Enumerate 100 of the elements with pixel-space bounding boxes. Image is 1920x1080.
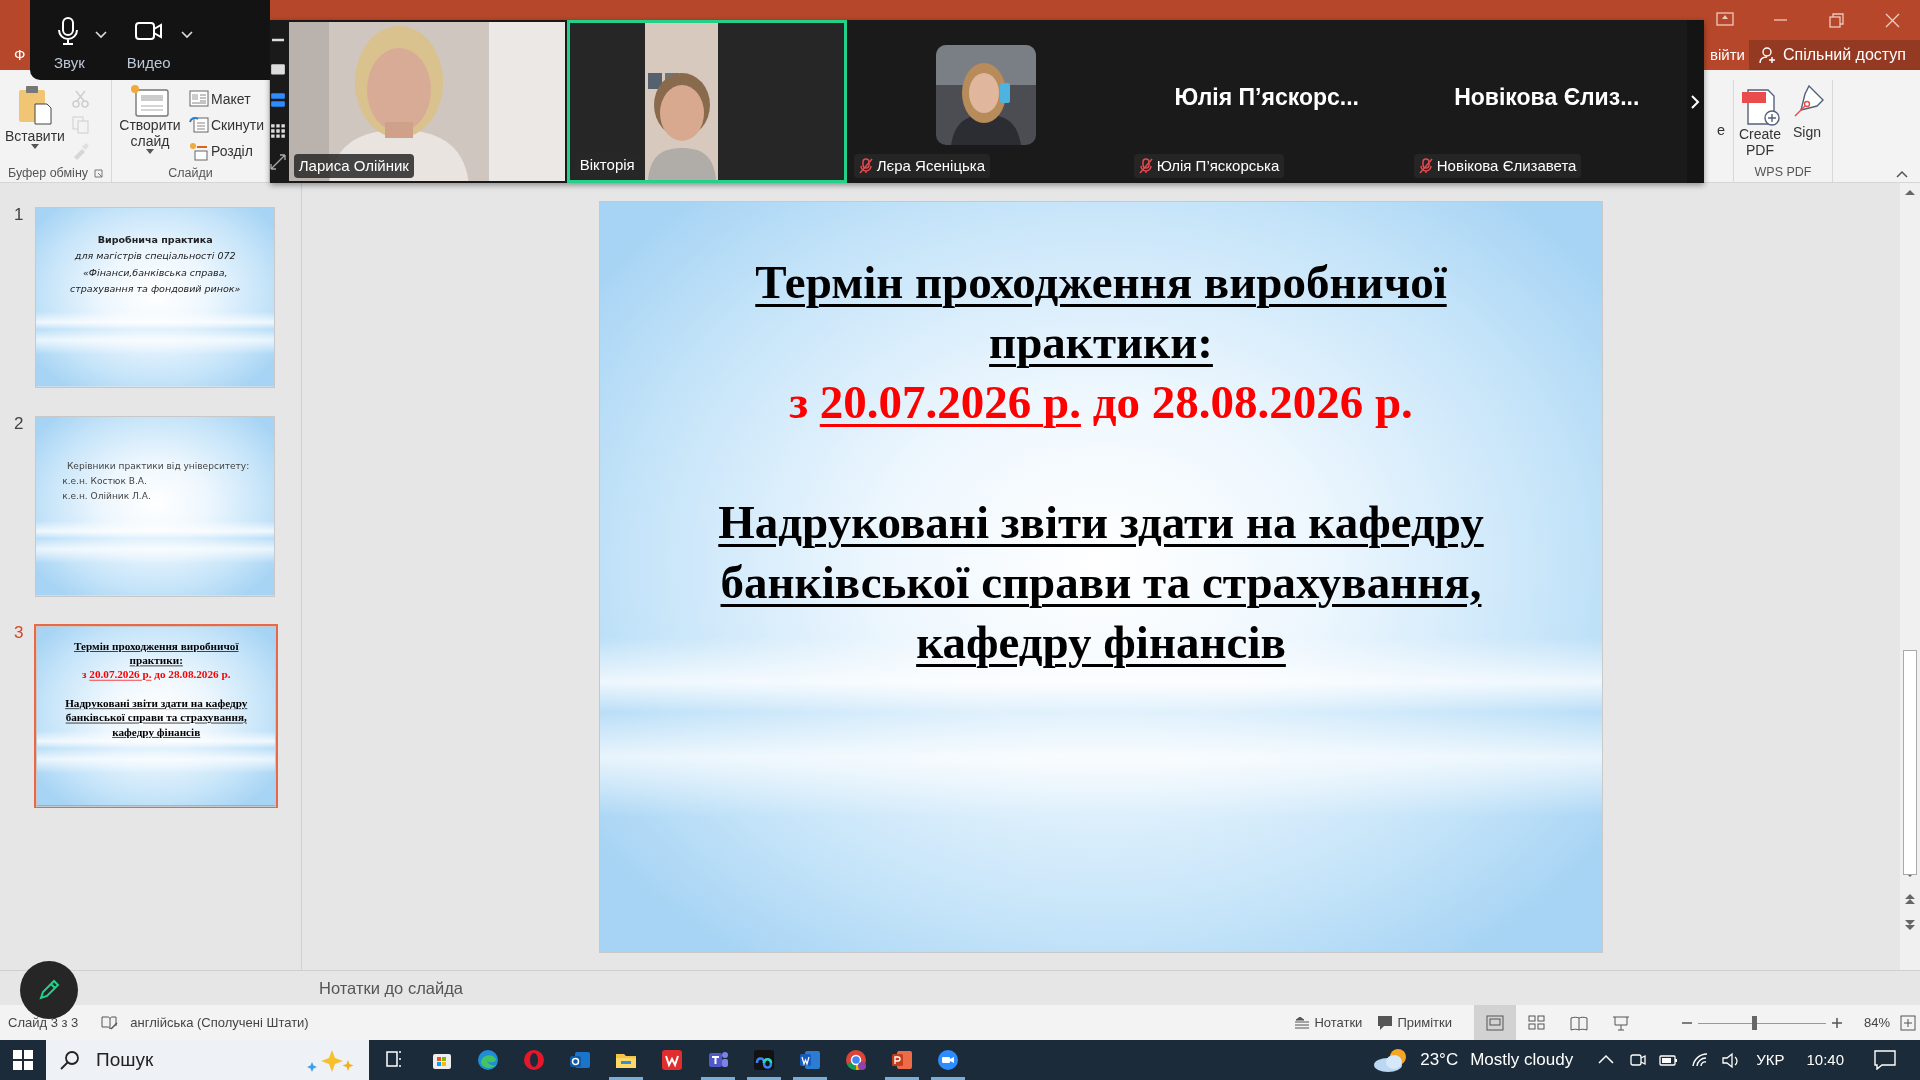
createpdf-button[interactable]: Create PDF [1738,84,1783,162]
comments-button[interactable]: Примітки [1370,1005,1460,1040]
name-label: Лєра Ясеніцька [853,153,991,178]
slide-thumbnail[interactable]: Керівники практики від університету: к.е.н. Костюк В.А. к.е.н. Олійник Л.А. [34,415,276,597]
slide-text: для магістрів спеціальності 072 [74,249,236,264]
section-button[interactable]: Розділ [187,138,265,164]
video-button[interactable]: Видео [122,15,175,75]
participant-name: Новікова Єлиз... [1453,83,1641,112]
newslide-button[interactable]: Створити слайд [116,84,184,164]
search-icon [60,1050,80,1070]
layout-button[interactable]: Макет [187,86,265,112]
slide-text: з 20.07.2026 р. до 28.08.2026 р. [82,667,231,682]
fit-slide-icon[interactable] [1900,1014,1916,1031]
normal-view-icon [1485,1014,1504,1031]
reset-button[interactable]: Скинути [187,112,265,138]
name-label: Лариса Олійник [293,153,414,178]
clock[interactable]: 10:40 [1806,1048,1844,1072]
reset-icon [188,115,209,135]
notification-icon[interactable] [1874,1050,1896,1070]
slide-counter: Слайд 3 з 3 [8,1013,79,1032]
layout-icon [188,89,209,109]
spell-check-icon[interactable] [100,1014,119,1031]
ribbon-label: e [1716,121,1725,138]
scroll-up-icon[interactable] [1905,189,1915,195]
slide-text: Надруковані звіти здати на кафедру банківської справи та страхування, кафедру фінансів [717,494,1485,670]
running-indicator [793,1077,827,1080]
notes-icon [1295,1016,1310,1029]
participant-name: Юлія П’яскорс... [1173,83,1360,112]
group-label: Слайди [168,165,213,182]
restore-icon[interactable] [1826,10,1846,30]
chevron-right-icon [1690,93,1701,110]
square-icon[interactable] [270,61,287,78]
windows-icon[interactable] [13,1050,33,1070]
slide-thumbnail[interactable]: Виробнича практика для магістрів спеціальності 072 «Фінанси,банківська справа, страхування та фондовий ринок» [34,206,276,388]
expand-icon[interactable] [270,153,287,170]
slide-text: Термін проходження виробничої практики: [754,254,1448,370]
comment-icon [1378,1015,1393,1030]
caret-icon [146,149,154,155]
two-bars-icon[interactable] [270,92,287,109]
file-tab[interactable]: Ф [14,43,26,67]
notes-button[interactable]: Нотатки [1287,1005,1371,1040]
slide-text: «Фінанси,банківська справа, [82,266,228,280]
person-add-icon [1759,46,1777,64]
zoom-in-icon[interactable] [1831,1017,1842,1028]
pencil-icon [37,978,61,1002]
app-icon[interactable] [477,1049,499,1071]
running-indicator [609,1077,643,1080]
group-label: WPS PDF [1754,163,1812,181]
paste-button[interactable]: Вставити [4,84,66,164]
sorter-view-icon [1527,1014,1546,1031]
normal-view-button[interactable] [1473,1005,1516,1040]
slide-number: 3 [13,624,25,641]
language-label[interactable]: англійська (Сполучені Штати) [130,1012,309,1033]
keyboard-language[interactable]: УКР [1756,1048,1785,1072]
zoom-level[interactable]: 84% [1863,1012,1890,1033]
scrollbar-thumb[interactable] [1903,650,1917,875]
previous-slide-icon[interactable] [1905,894,1915,904]
grid-icon[interactable] [270,123,287,140]
app-icon[interactable] [937,1049,959,1071]
screen-icon [1611,1014,1630,1031]
temperature[interactable]: 23°C [1420,1047,1459,1073]
search-field[interactable]: Пошук [46,1040,369,1080]
slide-text: страхування та фондовий ринок» [70,282,241,297]
app-icon[interactable] [845,1049,867,1071]
running-indicator [885,1077,919,1080]
launcher-icon[interactable] [94,168,104,178]
running-indicator [747,1077,781,1080]
slide-text: Керівники практики від університету: [66,459,250,473]
app-icon[interactable] [753,1049,775,1071]
share-button[interactable]: Спільний доступ [1749,40,1920,70]
sign-button[interactable]: Sign [1786,84,1829,162]
sign-in-link[interactable]: війти [1710,43,1745,67]
slide-text: Виробнича практика [97,232,213,247]
name-label: Юлія П’яскорська [1133,153,1285,178]
slide-thumbnail[interactable]: Термін проходження виробничої практики: з 20.07.2026 р. до 28.08.2026 р. Надруковані звіти здати на кафедру банківської справи та страхування, кафедру фінансів [34,624,278,808]
video-tile[interactable]: Юлія П’яскорс... Юлія П’яскорська [1126,20,1407,183]
audio-button[interactable]: Звук [50,15,89,75]
slide-icon [130,84,170,117]
video-tile[interactable]: Лєра Ясеніцька [846,20,1127,183]
slide-text: к.е.н. Костюк В.А. [62,474,147,488]
app-icon[interactable] [661,1049,683,1071]
notes-field[interactable]: Нотатки до слайда [317,974,717,1002]
app-icon[interactable] [799,1049,821,1071]
next-slide-icon[interactable] [1905,920,1915,930]
weather-condition[interactable]: Mostly cloudy [1470,1047,1574,1073]
slide-text: з 20.07.2026 р. до 28.08.2026 р. [789,374,1413,430]
collapse-icon[interactable] [1896,170,1908,178]
video-tile[interactable]: Лариса Олійник [286,20,567,183]
zoom-slider-thumb[interactable] [1752,1015,1758,1030]
app-icon[interactable] [891,1049,913,1071]
slide-number: 2 [13,415,25,432]
caret-icon[interactable] [180,30,193,39]
name-label: Новікова Єлизавета [1413,153,1582,178]
slide-text: Термін проходження виробничої практики: [72,638,240,668]
running-indicator [701,1077,735,1080]
speaker-icon[interactable] [1721,1050,1741,1070]
caret-icon[interactable] [94,30,107,39]
app-icon[interactable] [569,1049,591,1071]
video-tile[interactable]: Новікова Єлиз... Новікова Єлизавета [1406,20,1687,183]
video-tile[interactable]: Вікторія [566,20,847,183]
